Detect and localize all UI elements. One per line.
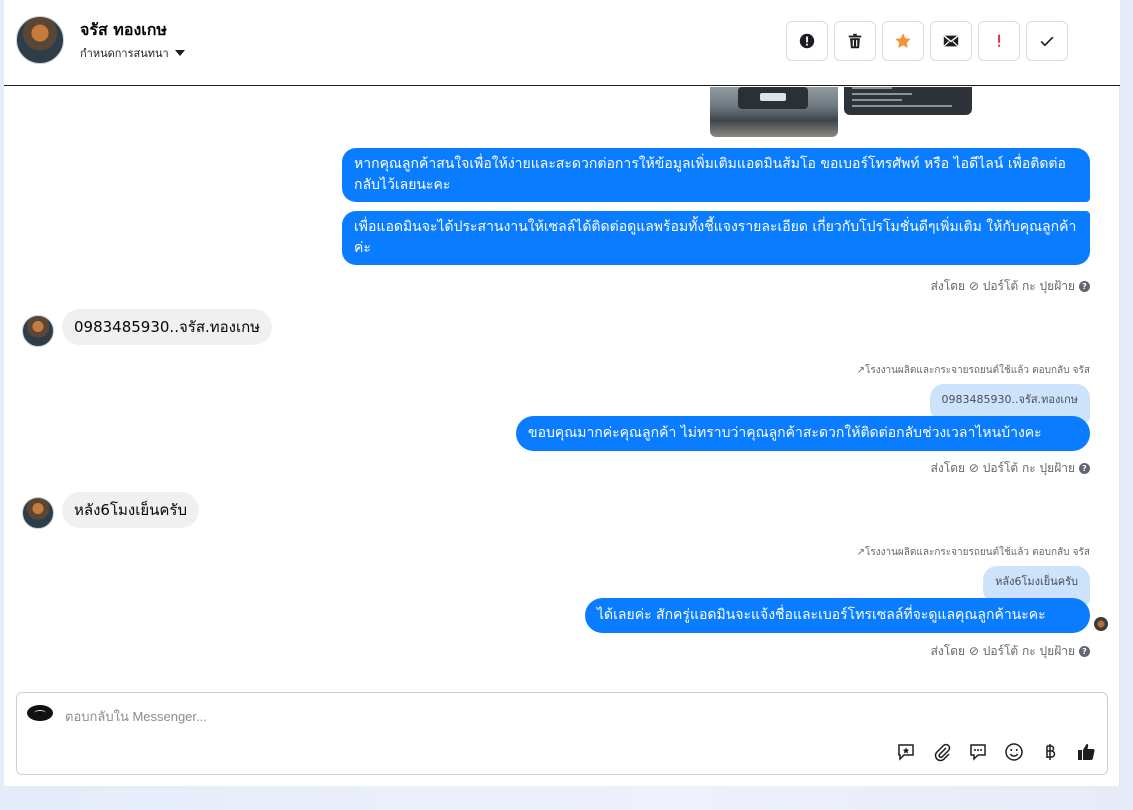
info-card-attachment[interactable] [844, 87, 972, 115]
reply-context: ↗โรงงานผลิตและกระจายรถยนต์ใช้แล้ว ตอบกลั… [856, 365, 1090, 376]
follow-up-button[interactable] [882, 21, 924, 61]
delete-button[interactable] [834, 21, 876, 61]
saved-reply-button[interactable] [895, 741, 917, 763]
help-icon[interactable]: ? [1079, 646, 1090, 657]
comment-button[interactable] [967, 741, 989, 763]
contact-avatar-small[interactable] [22, 315, 54, 347]
outgoing-message[interactable]: ได้เลยค่ะ สักครู่แอดมินจะแจ้งชื่อและเบอร… [585, 598, 1090, 633]
saved-reply-icon [898, 744, 914, 761]
important-button[interactable] [978, 21, 1020, 61]
emoji-button[interactable] [1003, 741, 1025, 763]
contact-avatar[interactable] [16, 16, 64, 64]
action-toolbar [786, 21, 1068, 61]
sent-by-label: ส่งโดย ⊘ ปอร์โต้ กะ ปุยฝ้าย ? [931, 277, 1090, 296]
payment-button[interactable] [1039, 741, 1061, 763]
car-plate-shape [760, 93, 786, 101]
like-icon [1078, 744, 1095, 760]
contact-avatar-small[interactable] [22, 497, 54, 529]
spam-button[interactable] [786, 21, 828, 61]
incoming-message[interactable]: หลัง6โมงเย็นครับ [62, 492, 199, 528]
conversation-label-text: กำหนดการสนทนา [80, 47, 169, 60]
info-line [852, 99, 902, 101]
info-line [852, 93, 912, 95]
important-icon [998, 34, 1001, 47]
like-button[interactable] [1075, 741, 1097, 763]
reply-composer [16, 692, 1108, 775]
sent-by-text: ส่งโดย ⊘ ปอร์โต้ กะ ปุยฝ้าย [930, 279, 1075, 293]
attach-button[interactable] [931, 741, 953, 763]
outgoing-message[interactable]: ขอบคุณมากค่ะคุณลูกค้า ไม่ทราบว่าคุณลูกค้… [516, 416, 1090, 451]
incoming-message[interactable]: 0983485930..จรัส.ทองเกษ [62, 309, 273, 345]
star-icon [895, 33, 911, 48]
car-photo-attachment[interactable] [710, 87, 838, 137]
conversation-panel: จรัส ทองเกษ กำหนดการสนทนา หากคุณลูกค้าสน… [4, 0, 1120, 786]
message-thread[interactable]: หากคุณลูกค้าสนใจเพื่อให้ง่ายและสะดวกต่อก… [4, 87, 1120, 685]
spam-icon [799, 33, 815, 49]
mail-icon [943, 35, 959, 47]
outgoing-message[interactable]: หากคุณลูกค้าสนใจเพื่อให้ง่ายและสะดวกต่อก… [342, 148, 1090, 202]
attach-icon [934, 743, 951, 762]
read-receipt-avatar [1094, 617, 1108, 631]
info-line [852, 87, 892, 89]
conversation-label-dropdown[interactable]: กำหนดการสนทนา [80, 44, 185, 62]
sent-by-text: ส่งโดย ⊘ ปอร์โต้ กะ ปุยฝ้าย [930, 644, 1075, 658]
help-icon[interactable]: ? [1079, 463, 1090, 474]
help-icon[interactable]: ? [1079, 281, 1090, 292]
info-line [852, 105, 952, 107]
sent-by-label: ส่งโดย ⊘ ปอร์โต้ กะ ปุยฝ้าย ? [931, 459, 1090, 478]
reply-context: ↗โรงงานผลิตและกระจายรถยนต์ใช้แล้ว ตอบกลั… [856, 547, 1090, 558]
conversation-header: จรัส ทองเกษ กำหนดการสนทนา [4, 0, 1120, 86]
contact-name[interactable]: จรัส ทองเกษ [80, 18, 167, 43]
emoji-icon [1005, 743, 1023, 761]
comment-icon [970, 744, 986, 761]
baht-icon [1046, 744, 1056, 760]
sent-by-text: ส่งโดย ⊘ ปอร์โต้ กะ ปุยฝ้าย [930, 461, 1075, 475]
check-icon [1040, 36, 1054, 47]
trash-icon [848, 33, 862, 49]
mark-unread-button[interactable] [930, 21, 972, 61]
page-logo [27, 705, 53, 721]
composer-tools [895, 741, 1097, 763]
reply-input[interactable] [65, 705, 765, 727]
sent-by-label: ส่งโดย ⊘ ปอร์โต้ กะ ปุยฝ้าย ? [931, 642, 1090, 661]
mark-done-button[interactable] [1026, 21, 1068, 61]
caret-down-icon [174, 50, 185, 56]
outgoing-message[interactable]: เพื่อแอดมินจะได้ประสานงานให้เซลล์ได้ติดต… [342, 211, 1090, 265]
